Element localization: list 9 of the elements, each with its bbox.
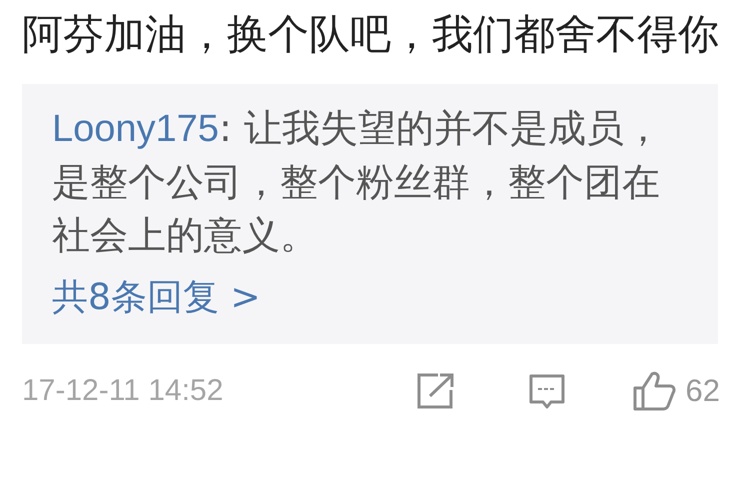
more-replies-link[interactable]: 共8条回复 > [52, 274, 261, 322]
comment-text: 阿芬加油，换个队吧，我们都舍不得你 [22, 9, 720, 60]
share-icon[interactable] [416, 372, 456, 410]
like-count: 62 [686, 373, 720, 409]
reply-text: Loony175: 让我失望的并不是成员，是整个公司，整个粉丝群，整个团在社会上的意义。 [52, 105, 663, 259]
timestamp: 17-12-11 14:52 [22, 374, 224, 408]
comment-icon[interactable] [528, 372, 566, 410]
thumbs-up-icon[interactable] [632, 370, 676, 412]
author-link[interactable]: Loony175 [52, 108, 219, 150]
